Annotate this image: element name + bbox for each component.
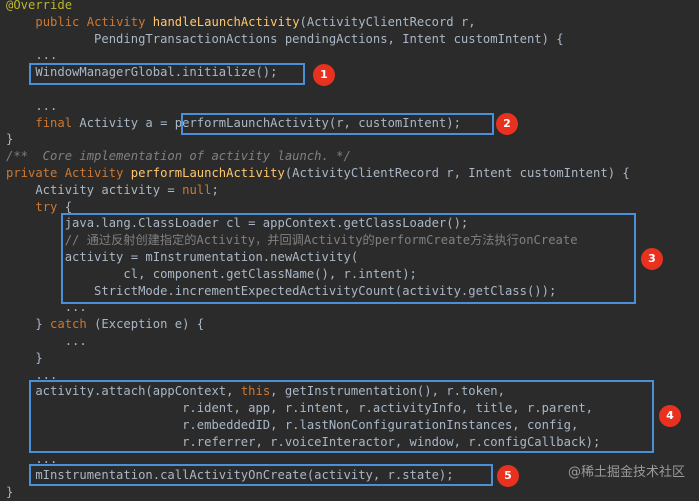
annotation-badge-4: 4 [659, 405, 681, 427]
code-token: } [6, 350, 43, 365]
highlight-box-on-create [29, 464, 493, 486]
code-token: try [35, 199, 65, 214]
annotation-badge-5: 5 [497, 465, 519, 487]
code-line: } [6, 484, 13, 501]
annotation-badge-3: 3 [641, 248, 663, 270]
code-line: PendingTransactionActions pendingActions… [6, 31, 564, 48]
code-token: (ActivityClientRecord r, [299, 14, 476, 29]
code-token: (Exception e) { [94, 317, 205, 332]
code-token: private [6, 166, 65, 180]
code-line: /** Core implementation of activity laun… [6, 148, 351, 165]
code-token: } [6, 485, 14, 500]
code-token: null [182, 182, 212, 197]
highlight-box-perform-launch [181, 113, 494, 135]
code-token: Activity [86, 14, 153, 29]
code-editor: @Override public Activity handleLaunchAc… [0, 0, 699, 501]
code-token: } [6, 317, 51, 332]
code-token: ... [6, 98, 58, 113]
code-line: ... [6, 333, 87, 350]
code-token: catch [50, 317, 95, 332]
code-line: @Override [6, 0, 72, 14]
code-token: public [35, 14, 87, 29]
code-token: Activity activity = [6, 182, 183, 197]
annotation-badge-1: 1 [313, 64, 335, 86]
code-token: final [35, 115, 80, 130]
annotation-badge-2: 2 [496, 113, 518, 135]
code-line: ... [6, 47, 57, 64]
code-line: ... [6, 98, 57, 115]
code-token: Activity [64, 166, 131, 180]
code-token: /** Core implementation of activity laun… [6, 149, 351, 164]
code-token: ... [6, 334, 87, 348]
code-line: public Activity handleLaunchActivity(Act… [6, 14, 476, 31]
code-token: (ActivityClientRecord r, Intent customIn… [284, 166, 630, 180]
code-token: ... [6, 48, 58, 63]
highlight-box-initialize [29, 63, 305, 85]
code-token: performLaunchActivity [130, 166, 285, 180]
watermark: @稀土掘金技术社区 [567, 465, 685, 481]
highlight-box-attach [29, 380, 654, 453]
code-token: handleLaunchActivity [152, 14, 300, 29]
code-line: Activity activity = null; [6, 182, 219, 199]
code-token: } [6, 132, 14, 147]
code-line: private Activity performLaunchActivity(A… [6, 165, 630, 182]
code-token: { [64, 199, 73, 214]
code-line: } [6, 131, 13, 148]
highlight-box-new-activity [61, 213, 636, 304]
code-line: } catch (Exception e) { [6, 316, 204, 333]
code-token: ; [211, 182, 219, 197]
code-line: } [6, 350, 43, 367]
code-token: PendingTransactionActions pendingActions… [6, 31, 564, 46]
code-token: @Override [6, 0, 73, 12]
